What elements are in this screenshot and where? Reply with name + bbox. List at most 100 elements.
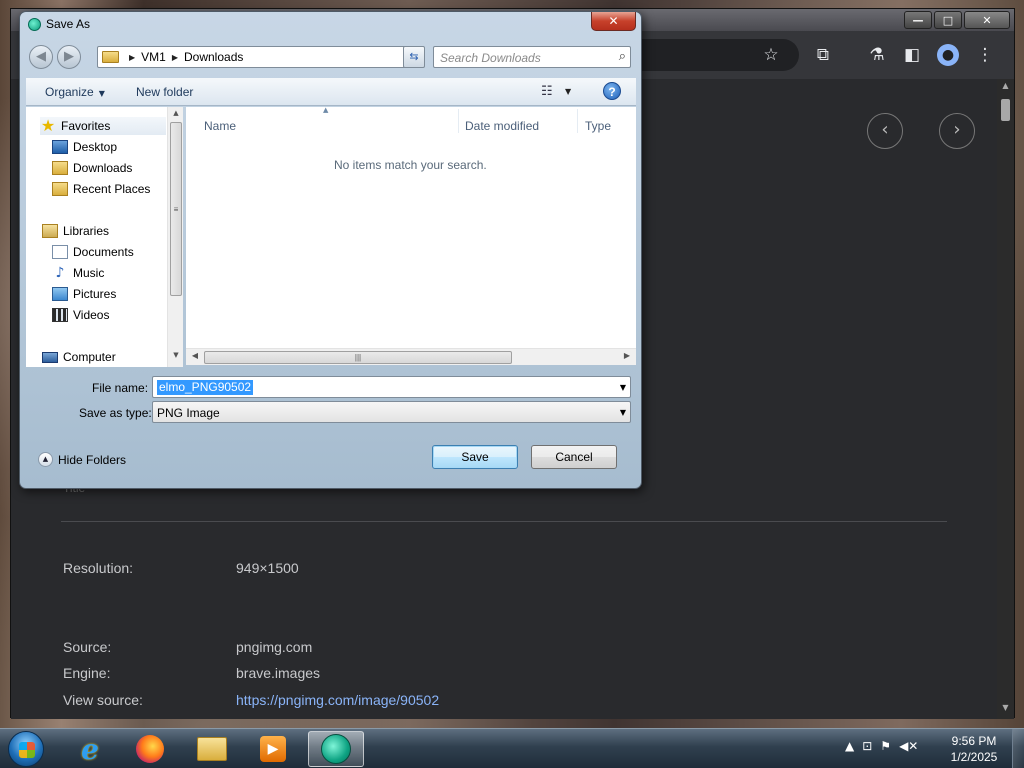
chevron-up-icon: ▲ bbox=[38, 452, 53, 467]
pictures-icon bbox=[52, 287, 68, 301]
scroll-thumb[interactable]: ≡ bbox=[170, 122, 182, 296]
chevron-right-icon[interactable]: ▶ bbox=[172, 53, 178, 62]
chevron-down-icon[interactable]: ▼ bbox=[565, 87, 571, 96]
sidebar-item-videos[interactable]: Videos bbox=[52, 306, 109, 324]
chevron-down-icon[interactable]: ▼ bbox=[620, 383, 626, 392]
chevron-down-icon: ▼ bbox=[98, 89, 105, 98]
bookmark-star-icon[interactable]: ☆ bbox=[759, 43, 783, 67]
sidebar-item-downloads[interactable]: Downloads bbox=[52, 159, 132, 177]
save-button[interactable]: Save bbox=[432, 445, 518, 469]
resolution-label: Resolution: bbox=[63, 560, 134, 576]
profile-avatar-icon[interactable]: ● bbox=[937, 44, 959, 66]
source-value: pngimg.com bbox=[236, 639, 313, 655]
cancel-button[interactable]: Cancel bbox=[531, 445, 617, 469]
taskbar: e ▶ ▲ ⊡ ⚑ ◀✕ 9:56 PM 1/2/2025 bbox=[0, 728, 1024, 768]
dialog-title: Save As bbox=[46, 17, 91, 31]
column-divider bbox=[577, 109, 578, 133]
brave-browser-button[interactable] bbox=[308, 731, 364, 767]
dialog-close-button[interactable]: ✕ bbox=[591, 12, 636, 31]
clock[interactable]: 9:56 PM 1/2/2025 bbox=[944, 733, 1004, 765]
info-divider bbox=[61, 521, 947, 522]
organize-button[interactable]: Organize ▼ bbox=[45, 85, 105, 99]
action-center-flag-icon[interactable]: ⚑ bbox=[880, 739, 891, 753]
resolution-value: 949×1500 bbox=[236, 560, 299, 576]
back-button[interactable]: ◀ bbox=[29, 45, 53, 69]
view-source-label: View source: bbox=[63, 692, 143, 708]
search-input[interactable] bbox=[440, 50, 610, 65]
refresh-button[interactable]: ⇆ bbox=[403, 46, 425, 68]
sidebar-item-label: Documents bbox=[73, 245, 134, 259]
sidebar-item-label: Libraries bbox=[63, 224, 110, 238]
save-as-type-label: Save as type: bbox=[79, 406, 152, 420]
media-player-button[interactable]: ▶ bbox=[245, 731, 301, 767]
scroll-left-icon[interactable]: ◀ bbox=[188, 351, 202, 364]
help-icon[interactable]: ? bbox=[603, 82, 621, 100]
internet-explorer-button[interactable]: e bbox=[62, 731, 118, 767]
labs-flask-icon[interactable]: ⚗ bbox=[865, 43, 889, 67]
breadcrumb[interactable]: ▶ VM1 ▶ Downloads ▼ bbox=[97, 46, 421, 68]
brave-app-icon bbox=[28, 17, 41, 31]
scroll-thumb[interactable]: ||| bbox=[204, 351, 512, 364]
extensions-icon[interactable]: ⧉ bbox=[811, 43, 835, 67]
chevron-down-icon[interactable]: ▼ bbox=[620, 408, 626, 417]
recent-places-icon bbox=[52, 182, 68, 196]
sidebar-icon[interactable]: ◧ bbox=[900, 43, 924, 67]
previous-image-icon[interactable]: ‹ bbox=[867, 113, 903, 149]
column-header-name[interactable]: Name bbox=[204, 119, 236, 133]
file-name-value[interactable]: elmo_PNG90502 bbox=[157, 380, 254, 395]
menu-kebab-icon[interactable]: ⋮ bbox=[973, 43, 997, 67]
music-note-icon: ♪ bbox=[55, 265, 65, 281]
sidebar-item-pictures[interactable]: Pictures bbox=[52, 285, 116, 303]
sidebar-item-label: Pictures bbox=[73, 287, 117, 301]
breadcrumb-downloads[interactable]: Downloads bbox=[184, 50, 243, 64]
file-explorer-button[interactable] bbox=[184, 731, 240, 767]
sidebar-item-computer[interactable]: Computer bbox=[42, 348, 116, 366]
sidebar-item-libraries[interactable]: Libraries bbox=[42, 222, 109, 240]
column-divider bbox=[458, 109, 459, 133]
start-button[interactable] bbox=[8, 731, 44, 767]
forward-button[interactable]: ▶ bbox=[57, 45, 81, 69]
breadcrumb-vm1[interactable]: VM1 bbox=[141, 50, 166, 64]
sidebar-item-label: Computer bbox=[63, 350, 116, 364]
save-as-type-select[interactable]: PNG Image ▼ bbox=[152, 401, 631, 423]
network-icon[interactable]: ⊡ bbox=[862, 739, 872, 753]
scroll-down-icon[interactable]: ▼ bbox=[168, 351, 184, 365]
maximize-button[interactable]: □ bbox=[934, 11, 962, 29]
engine-label: Engine: bbox=[63, 665, 111, 681]
hide-folders-button[interactable]: ▲ Hide Folders bbox=[38, 452, 126, 467]
close-button[interactable]: ✕ bbox=[964, 11, 1010, 29]
view-source-link[interactable]: https://pngimg.com/image/90502 bbox=[236, 692, 439, 708]
sidebar-item-recent-places[interactable]: Recent Places bbox=[52, 180, 150, 198]
star-icon: ★ bbox=[40, 116, 56, 135]
column-header-type[interactable]: Type bbox=[585, 119, 611, 133]
hide-folders-label: Hide Folders bbox=[58, 452, 127, 467]
next-image-icon[interactable]: › bbox=[939, 113, 975, 149]
new-folder-button[interactable]: New folder bbox=[136, 85, 193, 99]
sidebar-item-documents[interactable]: Documents bbox=[52, 243, 134, 261]
column-header-date-modified[interactable]: Date modified bbox=[465, 119, 539, 133]
firefox-button[interactable] bbox=[122, 731, 178, 767]
sidebar-item-music[interactable]: ♪ Music bbox=[52, 264, 105, 282]
clock-time: 9:56 PM bbox=[951, 734, 997, 748]
views-icon[interactable]: ☷ bbox=[541, 84, 553, 99]
file-explorer-icon bbox=[197, 737, 227, 761]
sidebar-item-label: Recent Places bbox=[73, 182, 151, 196]
navigation-scrollbar[interactable]: ▲ ≡ ▼ bbox=[167, 107, 183, 367]
browser-scrollbar[interactable]: ▲ ▼ bbox=[997, 79, 1014, 719]
system-tray: ▲ ⊡ ⚑ ◀✕ bbox=[845, 739, 918, 753]
search-box[interactable]: ⌕ bbox=[433, 46, 631, 68]
sidebar-item-favorites[interactable]: ★ Favorites bbox=[40, 117, 166, 135]
file-list-hscrollbar[interactable]: ◀ ||| ▶ bbox=[186, 348, 636, 365]
search-icon[interactable]: ⌕ bbox=[619, 49, 626, 64]
minimize-button[interactable]: — bbox=[904, 11, 932, 29]
volume-muted-icon[interactable]: ◀✕ bbox=[899, 739, 918, 753]
tray-expand-icon[interactable]: ▲ bbox=[845, 739, 854, 753]
scroll-up-icon[interactable]: ▲ bbox=[168, 109, 184, 123]
sidebar-item-desktop[interactable]: Desktop bbox=[52, 138, 117, 156]
chevron-right-icon[interactable]: ▶ bbox=[129, 53, 135, 62]
file-name-field[interactable]: elmo_PNG90502 ▼ bbox=[152, 376, 631, 398]
sort-arrow-icon: ▲ bbox=[323, 106, 329, 114]
sidebar-item-label: Videos bbox=[73, 308, 110, 322]
show-desktop-button[interactable] bbox=[1012, 729, 1024, 768]
scroll-right-icon[interactable]: ▶ bbox=[620, 351, 634, 364]
